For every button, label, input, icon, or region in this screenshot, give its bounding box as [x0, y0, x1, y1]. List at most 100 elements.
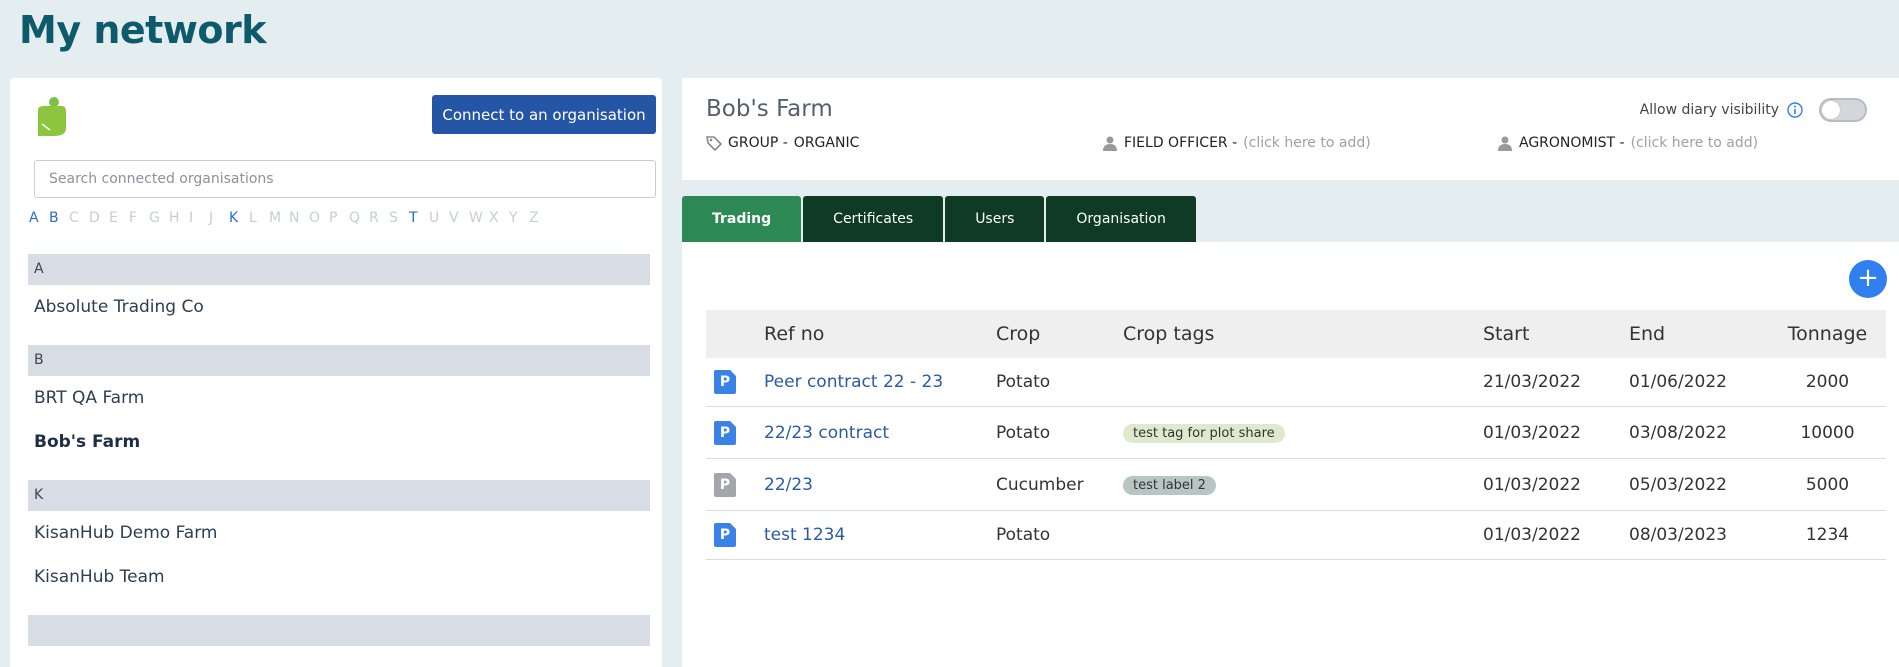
start-cell: 01/03/2022 — [1483, 458, 1629, 511]
alphabet-letter-b[interactable]: B — [49, 210, 69, 226]
field-officer-add-link[interactable]: (click here to add) — [1243, 135, 1371, 151]
person-icon — [1103, 136, 1117, 151]
start-cell: 01/03/2022 — [1483, 510, 1629, 560]
crop-tags-cell — [1123, 510, 1483, 560]
crop-tags-cell: test label 2 — [1123, 458, 1483, 511]
document-icon: P — [714, 370, 736, 394]
kisanhub-logo — [38, 97, 66, 136]
organisation-list-item[interactable]: KisanHub Demo Farm — [28, 511, 650, 555]
alphabet-letter-k[interactable]: K — [229, 210, 249, 226]
column-header-end: End — [1629, 323, 1666, 345]
agronomist-add-link[interactable]: (click here to add) — [1631, 135, 1759, 151]
alphabet-letter-h: H — [169, 210, 180, 226]
ref-cell: 22/23 contract — [764, 406, 996, 459]
row-icon-cell: P — [706, 358, 764, 407]
organisation-panel: Connect to an organisation ABCDEFGHIJKLM… — [10, 78, 662, 667]
table-row[interactable]: P Peer contract 22 - 23 Potato 21/03/2022 01… — [706, 358, 1886, 407]
group-header-k: K — [28, 480, 650, 511]
alphabet-letter-o: O — [309, 210, 321, 226]
alphabet-letter-s: S — [389, 210, 398, 226]
group-label: GROUP - — [728, 135, 788, 151]
document-icon: P — [714, 472, 736, 497]
table-row[interactable]: P 22/23 contract Potato test tag for plot s… — [706, 406, 1886, 459]
crop-cell: Cucumber — [996, 458, 1123, 511]
toggle-knob — [1822, 101, 1840, 119]
ref-link[interactable]: Peer contract 22 - 23 — [764, 372, 943, 392]
farm-name: Bob's Farm — [706, 96, 833, 122]
ref-link[interactable]: 22/23 — [764, 475, 813, 495]
alphabet-letter-c: C — [69, 210, 79, 226]
tonnage-cell: 2000 — [1769, 358, 1886, 407]
start-cell: 01/03/2022 — [1483, 406, 1629, 459]
agronomist[interactable]: AGRONOMIST - (click here to add) — [1497, 135, 1758, 151]
add-contract-button[interactable]: + — [1849, 260, 1887, 298]
field-officer-label: FIELD OFFICER - — [1124, 135, 1238, 151]
ref-cell: Peer contract 22 - 23 — [764, 358, 996, 407]
info-icon[interactable] — [1787, 102, 1803, 118]
alphabet-letter-t[interactable]: T — [409, 210, 429, 226]
ref-link[interactable]: 22/23 contract — [764, 423, 889, 443]
crop-tags-cell: test tag for plot share — [1123, 406, 1483, 459]
group-info: GROUP - ORGANIC — [706, 135, 859, 151]
diary-visibility-toggle[interactable] — [1819, 98, 1867, 122]
row-icon-cell: P — [706, 458, 764, 511]
tonnage-cell: 1234 — [1769, 510, 1886, 560]
alphabet-letter-n: N — [289, 210, 300, 226]
crop-tag: test tag for plot share — [1123, 424, 1285, 443]
table-row[interactable]: Ptest 1234 Potato 01/03/2022 08/03/2023 1234 — [706, 510, 1886, 560]
organisation-list-item[interactable]: Bob's Farm — [28, 420, 650, 464]
connect-organisation-button[interactable]: Connect to an organisation — [432, 95, 656, 134]
alphabet-letter-m: M — [269, 210, 282, 226]
agronomist-label: AGRONOMIST - — [1519, 135, 1625, 151]
alphabet-letter-l: L — [249, 210, 257, 226]
column-header-crop: Crop — [996, 323, 1041, 345]
end-cell: 08/03/2023 — [1629, 510, 1769, 560]
contracts-table: Ref no Crop Crop tags Start End Tonnage … — [706, 310, 1886, 560]
search-organisations-input[interactable] — [34, 160, 656, 198]
group-header-a: A — [28, 254, 650, 285]
organisation-list: A Absolute Trading Co B BRT QA Farm Bob's Fa… — [28, 254, 650, 646]
end-cell: 05/03/2022 — [1629, 458, 1769, 511]
column-header-crop-tags: Crop tags — [1123, 323, 1215, 345]
group-header-b: B — [28, 345, 650, 376]
alphabet-letter-j: J — [209, 210, 214, 226]
field-officer[interactable]: FIELD OFFICER - (click here to add) — [1102, 135, 1371, 151]
organisation-list-item[interactable]: Absolute Trading Co — [28, 285, 650, 329]
icon-column-header — [706, 310, 764, 358]
alphabet-letter-u: U — [429, 210, 440, 226]
column-header-ref: Ref no — [764, 323, 825, 345]
ref-link[interactable]: test 1234 — [764, 525, 845, 545]
table-header-row: Ref no Crop Crop tags Start End Tonnage — [706, 310, 1886, 358]
end-cell: 01/06/2022 — [1629, 358, 1769, 407]
organisation-list-item[interactable]: KisanHub Team — [28, 555, 650, 599]
alphabet-letter-e: E — [109, 210, 118, 226]
start-cell: 21/03/2022 — [1483, 358, 1629, 407]
column-header-start: Start — [1483, 323, 1530, 345]
diary-visibility: Allow diary visibility — [1640, 98, 1867, 122]
document-icon: P — [714, 523, 736, 547]
group-header-partial — [28, 615, 650, 646]
table-row[interactable]: P 22/23 Cucumber test label 2 01/03/2022 05/0… — [706, 458, 1886, 511]
organisation-list-item[interactable]: BRT QA Farm — [28, 376, 650, 420]
tab-trading[interactable]: Trading — [682, 196, 802, 242]
tab-organisation[interactable]: Organisation — [1046, 196, 1196, 242]
tab-users[interactable]: Users — [945, 196, 1045, 242]
crop-cell: Potato — [996, 358, 1123, 407]
alphabet-letter-a[interactable]: A — [29, 210, 49, 226]
ref-cell: test 1234 — [764, 510, 996, 560]
alphabet-filter: ABCDEFGHIJKLMNOPQRSTUVWXYZ — [29, 210, 549, 226]
alphabet-letter-p: P — [329, 210, 338, 226]
alphabet-letter-g: G — [149, 210, 160, 226]
tab-certificates[interactable]: Certificates — [803, 196, 944, 242]
diary-visibility-label: Allow diary visibility — [1639, 102, 1779, 118]
tag-icon — [706, 136, 722, 151]
page-title: My network — [19, 8, 267, 52]
crop-tags-cell — [1123, 358, 1483, 407]
alphabet-letter-q: Q — [349, 210, 361, 226]
end-cell: 03/08/2022 — [1629, 406, 1769, 459]
row-icon-cell: P — [706, 406, 764, 459]
alphabet-letter-x: X — [489, 210, 499, 226]
